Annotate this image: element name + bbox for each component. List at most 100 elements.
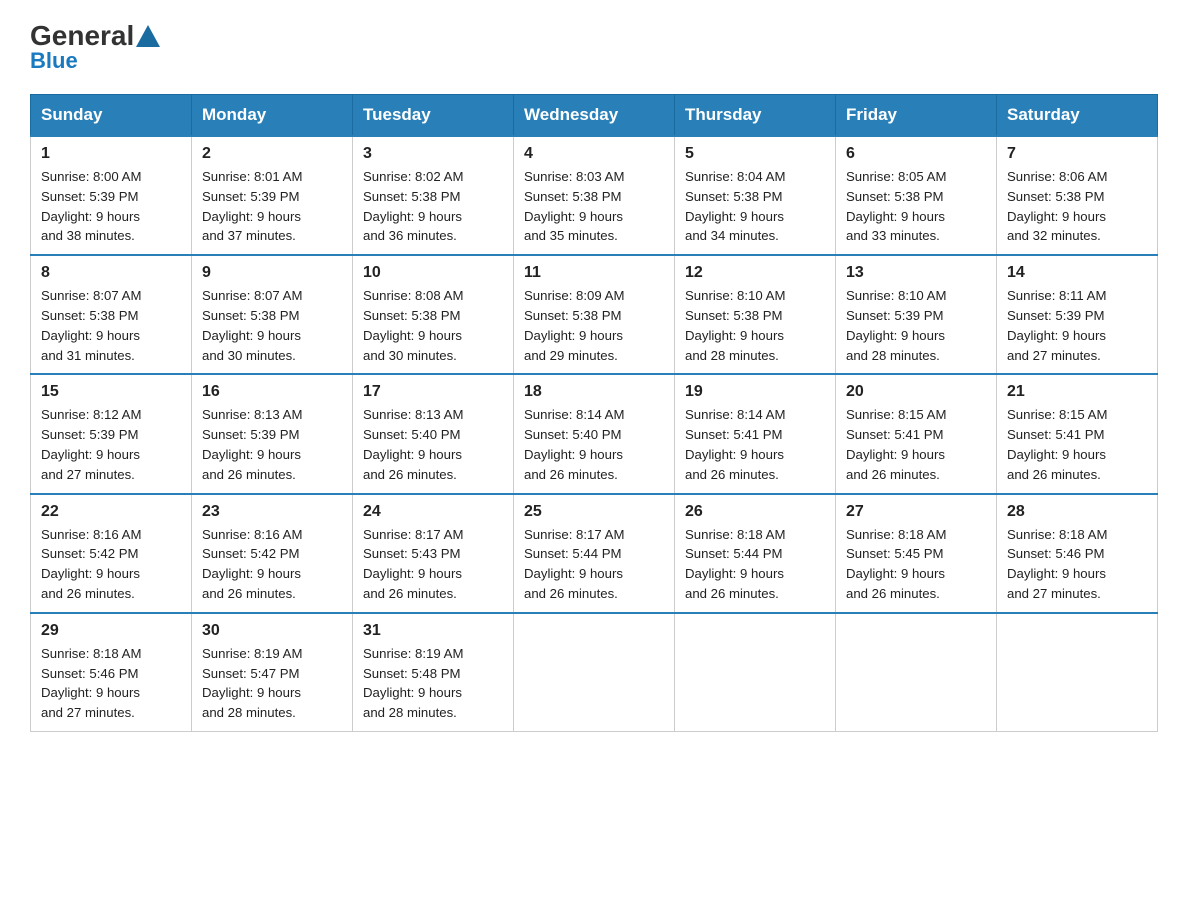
calendar-cell: 10Sunrise: 8:08 AMSunset: 5:38 PMDayligh… <box>353 255 514 374</box>
day-number: 2 <box>202 145 342 163</box>
day-info: Sunrise: 8:17 AMSunset: 5:44 PMDaylight:… <box>524 525 664 604</box>
header-thursday: Thursday <box>675 95 836 137</box>
day-number: 21 <box>1007 383 1147 401</box>
day-number: 10 <box>363 264 503 282</box>
day-number: 22 <box>41 503 181 521</box>
day-number: 27 <box>846 503 986 521</box>
header-sunday: Sunday <box>31 95 192 137</box>
logo-triangle-icon <box>136 25 160 47</box>
calendar-cell: 9Sunrise: 8:07 AMSunset: 5:38 PMDaylight… <box>192 255 353 374</box>
calendar-body: 1Sunrise: 8:00 AMSunset: 5:39 PMDaylight… <box>31 136 1158 731</box>
day-number: 19 <box>685 383 825 401</box>
day-info: Sunrise: 8:10 AMSunset: 5:39 PMDaylight:… <box>846 286 986 365</box>
calendar-cell: 1Sunrise: 8:00 AMSunset: 5:39 PMDaylight… <box>31 136 192 255</box>
day-info: Sunrise: 8:01 AMSunset: 5:39 PMDaylight:… <box>202 167 342 246</box>
day-info: Sunrise: 8:17 AMSunset: 5:43 PMDaylight:… <box>363 525 503 604</box>
day-info: Sunrise: 8:19 AMSunset: 5:48 PMDaylight:… <box>363 644 503 723</box>
day-number: 25 <box>524 503 664 521</box>
day-info: Sunrise: 8:13 AMSunset: 5:40 PMDaylight:… <box>363 405 503 484</box>
calendar-cell: 20 Sunrise: 8:15 AMSunset: 5:41 PMDayligh… <box>836 374 997 493</box>
day-number: 23 <box>202 503 342 521</box>
day-info: Sunrise: 8:07 AMSunset: 5:38 PMDaylight:… <box>41 286 181 365</box>
calendar-cell: 16Sunrise: 8:13 AMSunset: 5:39 PMDayligh… <box>192 374 353 493</box>
calendar-cell: 29Sunrise: 8:18 AMSunset: 5:46 PMDayligh… <box>31 613 192 732</box>
week-row-5: 29Sunrise: 8:18 AMSunset: 5:46 PMDayligh… <box>31 613 1158 732</box>
calendar-cell: 15 Sunrise: 8:12 AMSunset: 5:39 PMDayligh… <box>31 374 192 493</box>
day-number: 8 <box>41 264 181 282</box>
logo: General Blue <box>30 20 162 74</box>
calendar-cell <box>675 613 836 732</box>
day-info: Sunrise: 8:18 AMSunset: 5:44 PMDaylight:… <box>685 525 825 604</box>
day-info: Sunrise: 8:07 AMSunset: 5:38 PMDaylight:… <box>202 286 342 365</box>
calendar-cell: 25 Sunrise: 8:17 AMSunset: 5:44 PMDayligh… <box>514 494 675 613</box>
calendar-cell: 13 Sunrise: 8:10 AMSunset: 5:39 PMDayligh… <box>836 255 997 374</box>
calendar-cell: 12 Sunrise: 8:10 AMSunset: 5:38 PMDayligh… <box>675 255 836 374</box>
day-info: Sunrise: 8:11 AMSunset: 5:39 PMDaylight:… <box>1007 286 1147 365</box>
calendar-cell: 27 Sunrise: 8:18 AMSunset: 5:45 PMDayligh… <box>836 494 997 613</box>
day-info: Sunrise: 8:15 AMSunset: 5:41 PMDaylight:… <box>1007 405 1147 484</box>
calendar-cell: 3Sunrise: 8:02 AMSunset: 5:38 PMDaylight… <box>353 136 514 255</box>
day-number: 16 <box>202 383 342 401</box>
calendar-cell: 21 Sunrise: 8:15 AMSunset: 5:41 PMDayligh… <box>997 374 1158 493</box>
day-info: Sunrise: 8:14 AMSunset: 5:41 PMDaylight:… <box>685 405 825 484</box>
header-saturday: Saturday <box>997 95 1158 137</box>
day-info: Sunrise: 8:15 AMSunset: 5:41 PMDaylight:… <box>846 405 986 484</box>
day-number: 12 <box>685 264 825 282</box>
header-monday: Monday <box>192 95 353 137</box>
day-info: Sunrise: 8:06 AMSunset: 5:38 PMDaylight:… <box>1007 167 1147 246</box>
day-number: 6 <box>846 145 986 163</box>
day-info: Sunrise: 8:18 AMSunset: 5:46 PMDaylight:… <box>41 644 181 723</box>
calendar-cell: 5Sunrise: 8:04 AMSunset: 5:38 PMDaylight… <box>675 136 836 255</box>
day-number: 31 <box>363 622 503 640</box>
day-number: 13 <box>846 264 986 282</box>
day-number: 24 <box>363 503 503 521</box>
calendar-cell: 23 Sunrise: 8:16 AMSunset: 5:42 PMDayligh… <box>192 494 353 613</box>
day-number: 7 <box>1007 145 1147 163</box>
day-number: 20 <box>846 383 986 401</box>
day-number: 14 <box>1007 264 1147 282</box>
logo-blue: Blue <box>30 48 78 74</box>
header-row: SundayMondayTuesdayWednesdayThursdayFrid… <box>31 95 1158 137</box>
header-friday: Friday <box>836 95 997 137</box>
calendar-cell: 18Sunrise: 8:14 AMSunset: 5:40 PMDayligh… <box>514 374 675 493</box>
day-info: Sunrise: 8:09 AMSunset: 5:38 PMDaylight:… <box>524 286 664 365</box>
calendar-header: SundayMondayTuesdayWednesdayThursdayFrid… <box>31 95 1158 137</box>
day-info: Sunrise: 8:18 AMSunset: 5:45 PMDaylight:… <box>846 525 986 604</box>
day-number: 4 <box>524 145 664 163</box>
day-info: Sunrise: 8:19 AMSunset: 5:47 PMDaylight:… <box>202 644 342 723</box>
day-info: Sunrise: 8:16 AMSunset: 5:42 PMDaylight:… <box>202 525 342 604</box>
calendar-cell: 30Sunrise: 8:19 AMSunset: 5:47 PMDayligh… <box>192 613 353 732</box>
calendar-cell: 17 Sunrise: 8:13 AMSunset: 5:40 PMDayligh… <box>353 374 514 493</box>
calendar-cell <box>836 613 997 732</box>
day-number: 11 <box>524 264 664 282</box>
header-tuesday: Tuesday <box>353 95 514 137</box>
calendar-cell: 28Sunrise: 8:18 AMSunset: 5:46 PMDayligh… <box>997 494 1158 613</box>
day-info: Sunrise: 8:03 AMSunset: 5:38 PMDaylight:… <box>524 167 664 246</box>
calendar-cell: 6 Sunrise: 8:05 AMSunset: 5:38 PMDaylight… <box>836 136 997 255</box>
day-number: 18 <box>524 383 664 401</box>
calendar-cell: 2 Sunrise: 8:01 AMSunset: 5:39 PMDaylight… <box>192 136 353 255</box>
day-info: Sunrise: 8:10 AMSunset: 5:38 PMDaylight:… <box>685 286 825 365</box>
day-number: 3 <box>363 145 503 163</box>
calendar-table: SundayMondayTuesdayWednesdayThursdayFrid… <box>30 94 1158 732</box>
calendar-cell: 26 Sunrise: 8:18 AMSunset: 5:44 PMDayligh… <box>675 494 836 613</box>
calendar-cell: 4 Sunrise: 8:03 AMSunset: 5:38 PMDaylight… <box>514 136 675 255</box>
calendar-cell: 11 Sunrise: 8:09 AMSunset: 5:38 PMDayligh… <box>514 255 675 374</box>
page-header: General Blue <box>30 20 1158 74</box>
header-wednesday: Wednesday <box>514 95 675 137</box>
calendar-cell <box>514 613 675 732</box>
day-info: Sunrise: 8:16 AMSunset: 5:42 PMDaylight:… <box>41 525 181 604</box>
week-row-3: 15 Sunrise: 8:12 AMSunset: 5:39 PMDayligh… <box>31 374 1158 493</box>
day-number: 17 <box>363 383 503 401</box>
calendar-cell: 22 Sunrise: 8:16 AMSunset: 5:42 PMDayligh… <box>31 494 192 613</box>
week-row-4: 22 Sunrise: 8:16 AMSunset: 5:42 PMDayligh… <box>31 494 1158 613</box>
day-number: 15 <box>41 383 181 401</box>
calendar-cell: 31 Sunrise: 8:19 AMSunset: 5:48 PMDayligh… <box>353 613 514 732</box>
calendar-cell: 8 Sunrise: 8:07 AMSunset: 5:38 PMDaylight… <box>31 255 192 374</box>
day-info: Sunrise: 8:12 AMSunset: 5:39 PMDaylight:… <box>41 405 181 484</box>
day-info: Sunrise: 8:04 AMSunset: 5:38 PMDaylight:… <box>685 167 825 246</box>
calendar-cell: 24 Sunrise: 8:17 AMSunset: 5:43 PMDayligh… <box>353 494 514 613</box>
day-info: Sunrise: 8:18 AMSunset: 5:46 PMDaylight:… <box>1007 525 1147 604</box>
day-info: Sunrise: 8:05 AMSunset: 5:38 PMDaylight:… <box>846 167 986 246</box>
day-number: 26 <box>685 503 825 521</box>
